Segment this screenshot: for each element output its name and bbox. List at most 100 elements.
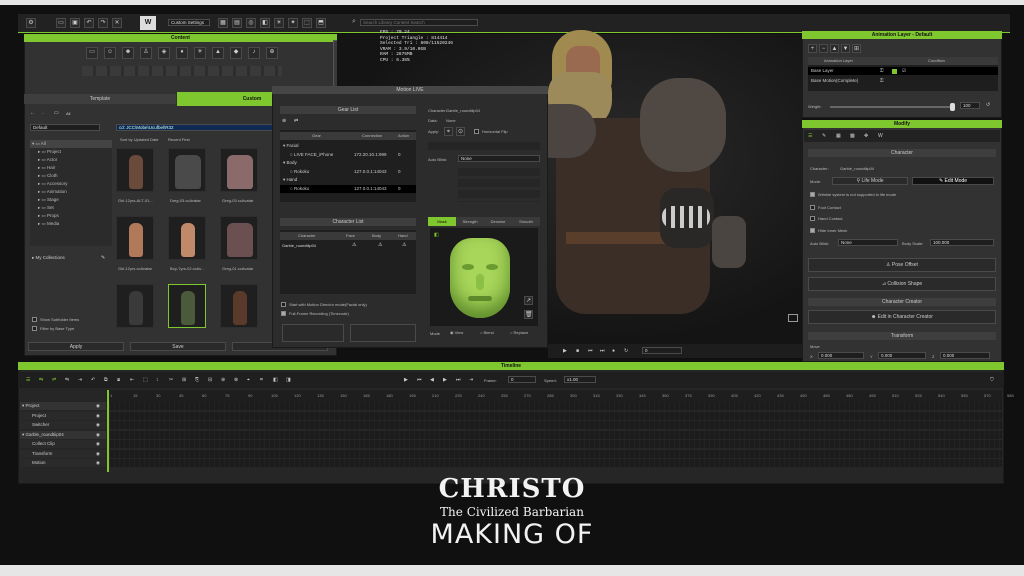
content-thumbnail[interactable]: Dmg-03.ccAvatar: [168, 148, 206, 203]
tree-item-media[interactable]: ▸ ▭ Media: [30, 220, 112, 228]
tree-item-stage[interactable]: ▸ ▭ Stage: [30, 196, 112, 204]
content-actor-icon[interactable]: ☺: [104, 47, 116, 59]
tree-item-actor[interactable]: ▸ ▭ Actor: [30, 156, 112, 164]
tab-mask[interactable]: Mask: [428, 217, 456, 226]
weight-slider[interactable]: [830, 103, 955, 111]
tree-item-props[interactable]: ▸ ▭ Props: [30, 212, 112, 220]
ml-auto-blink-dropdown[interactable]: None: [458, 155, 540, 162]
my-collections[interactable]: ▸ My Collections: [32, 254, 65, 262]
stop-icon[interactable]: ■: [576, 348, 579, 354]
tab-template[interactable]: Template: [24, 94, 176, 104]
content-thumbnail[interactable]: Greg-01.ccAvatar: [220, 216, 258, 271]
content-set-icon[interactable]: ▲: [212, 47, 224, 59]
timeline-tool-icon[interactable]: ⇤: [130, 377, 134, 383]
modify-tab-physics-icon[interactable]: ✥: [864, 133, 868, 139]
forward-arrow-icon[interactable]: →: [40, 110, 45, 116]
record-icon[interactable]: ●: [612, 348, 615, 354]
timeline-tool-icon[interactable]: ⊞: [182, 377, 186, 383]
layer-check-icon[interactable]: ☑: [902, 67, 906, 75]
timeline-tool-icon[interactable]: ⊕: [221, 377, 225, 383]
track-label[interactable]: Collect Clip ◉: [20, 440, 106, 448]
layer-row-base-motion[interactable]: Base Motion(Complete) ⚿: [808, 77, 998, 85]
record-button[interactable]: [350, 324, 416, 342]
content-thumbnail[interactable]: Boy-7yrs-02.ccAv...: [168, 216, 206, 271]
close-project-icon[interactable]: ✕: [112, 18, 122, 28]
modify-tab-motion-icon[interactable]: ✎: [822, 133, 826, 139]
apply-icon[interactable]: ⌖: [444, 127, 453, 136]
undo-icon[interactable]: ↶: [84, 18, 94, 28]
frame-field[interactable]: 0: [642, 347, 682, 354]
timeline-tool-icon[interactable]: ⧈: [117, 377, 120, 383]
edit-in-cc-button[interactable]: ☻ Edit in Character Creator: [808, 310, 996, 324]
timeline-tool-icon[interactable]: ⏭: [456, 377, 461, 383]
timeline-tool-icon[interactable]: ◨: [286, 377, 291, 383]
toolbar-icon-5[interactable]: ☀: [274, 18, 284, 28]
loop-icon[interactable]: ↻: [624, 348, 628, 354]
content-thumbnail[interactable]: Girl-12yrs.ccAvatar: [116, 216, 154, 271]
back-arrow-icon[interactable]: ←: [30, 110, 35, 116]
show-subfolder-checkbox[interactable]: [32, 317, 37, 322]
content-animation-icon[interactable]: ♦: [176, 47, 188, 59]
content-thumbnail[interactable]: [220, 284, 258, 328]
filter-dropdown[interactable]: Default: [30, 124, 100, 131]
body-scale-field[interactable]: 100.000: [930, 239, 994, 246]
redo-icon[interactable]: ↷: [98, 18, 108, 28]
tree-item-hair[interactable]: ▸ ▭ Hair: [30, 164, 112, 172]
mode-radio-replace[interactable]: ○ Replace: [510, 330, 528, 335]
layer-merge-icon[interactable]: ⊞: [852, 44, 861, 53]
gear-icon[interactable]: ⚙: [26, 18, 36, 28]
modify-auto-blink-dropdown[interactable]: None: [838, 239, 898, 246]
content-media-icon[interactable]: ♪: [248, 47, 260, 59]
track-visibility-icon[interactable]: ◉: [96, 412, 100, 420]
content-props-icon[interactable]: ◆: [230, 47, 242, 59]
breadcrumb-all[interactable]: All: [66, 111, 70, 116]
char-row-name[interactable]: Garble_roundtiip04: [282, 243, 316, 248]
timeline-options-icon[interactable]: ⛉: [990, 377, 994, 383]
pencil-icon[interactable]: ✎: [101, 255, 105, 261]
timeline-tool-icon[interactable]: ✂: [169, 377, 173, 383]
tree-item-project[interactable]: ▸ ▭ Project: [30, 148, 112, 156]
tab-smooth[interactable]: Smooth: [512, 219, 540, 224]
layer-row-base[interactable]: Base Layer ⚿ ☑: [808, 67, 998, 75]
move-z-field[interactable]: 0.000: [940, 352, 990, 359]
timeline-tool-icon[interactable]: ▶: [404, 377, 408, 383]
mask-edit-icon[interactable]: ↗: [524, 296, 533, 305]
timeline-tool-icon[interactable]: ⇆: [39, 377, 43, 383]
track-label[interactable]: ▾ Project ◉: [20, 402, 106, 410]
track-visibility-icon[interactable]: ◉: [96, 431, 100, 439]
gear-row[interactable]: ○ Rokoko 127.0.0.1:14043 0: [280, 168, 416, 176]
save-icon[interactable]: ▣: [70, 18, 80, 28]
collision-shape-button[interactable]: ⊿ Collision Shape: [808, 277, 996, 291]
timeline-tool-icon[interactable]: ⊗: [234, 377, 238, 383]
toolbar-icon-6[interactable]: ✦: [288, 18, 298, 28]
content-thumbnail[interactable]: [168, 284, 206, 328]
timeline-tool-icon[interactable]: ⇥: [469, 377, 473, 383]
track-visibility-icon[interactable]: ◉: [96, 421, 100, 429]
toolbar-icon-2[interactable]: ▤: [232, 18, 242, 28]
modify-tab-morph-icon[interactable]: ▩: [850, 133, 855, 139]
apply-button[interactable]: Apply: [28, 342, 124, 351]
tree-item-accessory[interactable]: ▸ ▭ Accessory: [30, 180, 112, 188]
timeline-tool-icon[interactable]: ↶: [91, 377, 95, 383]
content-gamepad-icon[interactable]: ⊕: [266, 47, 278, 59]
viewport-corner-icon[interactable]: [788, 314, 798, 322]
timeline-tool-icon[interactable]: ⎘: [195, 377, 199, 383]
toolbar-icon-8[interactable]: ⬒: [316, 18, 326, 28]
toolbar-icon-3[interactable]: ◎: [246, 18, 256, 28]
timeline-tool-icon[interactable]: ⌖: [247, 377, 250, 383]
prev-key-icon[interactable]: ⏮: [588, 348, 593, 354]
timeline-tool-icon[interactable]: ◀: [430, 377, 434, 383]
wrinkle-checkbox[interactable]: [810, 192, 815, 197]
content-thumbnail[interactable]: Greg-03.ccAvatar: [220, 148, 258, 203]
layer-lock-icon[interactable]: ⚿: [880, 77, 883, 85]
content-accessory-icon[interactable]: ◈: [158, 47, 170, 59]
edit-mode-button[interactable]: ✎ Edit Mode: [912, 177, 994, 185]
tree-item-cloth[interactable]: ▸ ▭ Cloth: [30, 172, 112, 180]
apply-zoom-icon[interactable]: ⊙: [456, 127, 465, 136]
track-label[interactable]: Project ◉: [20, 411, 106, 420]
track-label[interactable]: Switcher ◉: [20, 421, 106, 429]
next-key-icon[interactable]: ⏭: [600, 348, 605, 354]
layer-remove-icon[interactable]: −: [819, 44, 828, 53]
move-y-field[interactable]: 0.000: [878, 352, 926, 359]
timeline-tool-icon[interactable]: ◧: [273, 377, 278, 383]
